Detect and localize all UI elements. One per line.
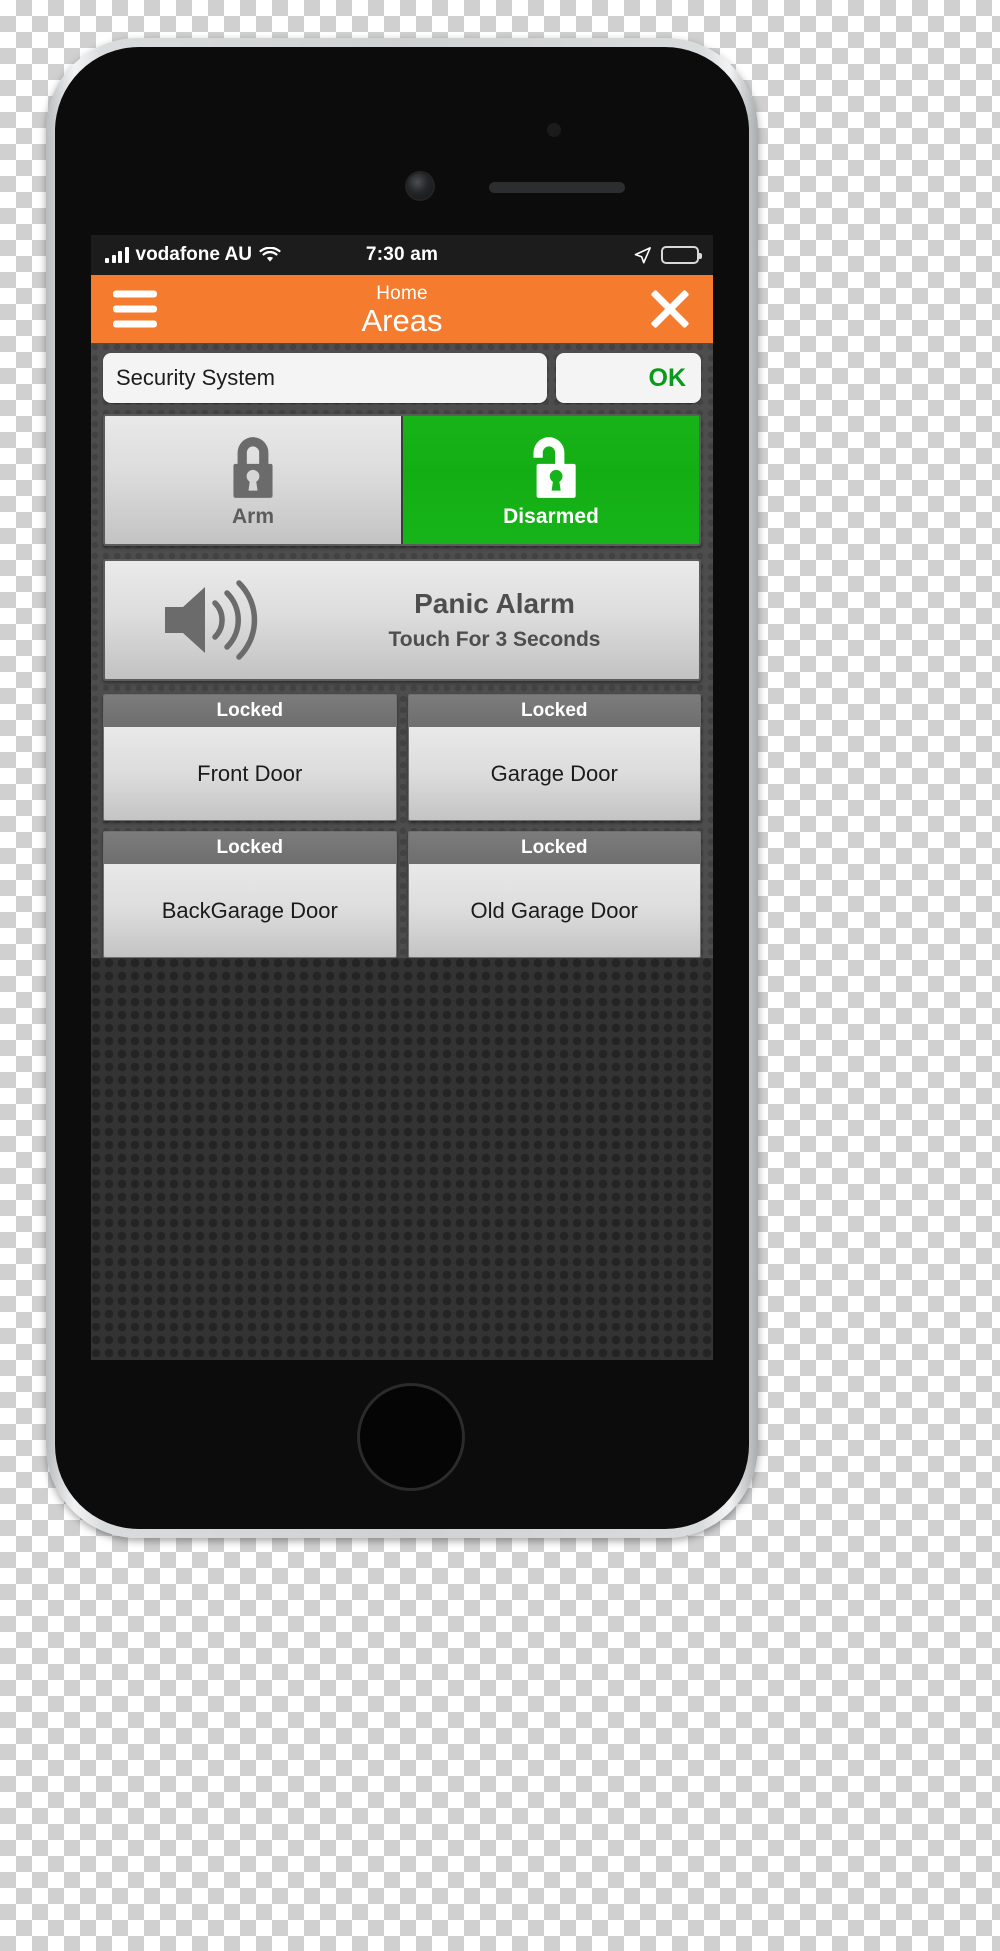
phone-device-frame: vodafone AU 7:30 am Home Areas Security … xyxy=(46,38,758,1538)
status-bar-right-group xyxy=(438,246,703,265)
door-tile-grid: Locked Front Door Locked Garage Door Loc… xyxy=(103,694,701,958)
empty-content-area xyxy=(91,958,713,1360)
panic-text-group: Panic Alarm Touch For 3 Seconds xyxy=(320,588,699,652)
speaker-volume-icon xyxy=(164,580,257,660)
door-tile[interactable]: Locked Old Garage Door xyxy=(407,831,701,958)
earpiece-speaker-icon xyxy=(489,182,625,193)
panic-icon-wrap xyxy=(105,579,320,661)
page-root: vodafone AU 7:30 am Home Areas Security … xyxy=(0,0,1000,1951)
status-bar-clock: 7:30 am xyxy=(365,244,439,265)
panic-alarm-subtitle: Touch For 3 Seconds xyxy=(388,628,601,651)
app-header-bar: Home Areas xyxy=(91,275,713,343)
arm-button-label: Arm xyxy=(231,505,274,528)
phone-display: vodafone AU 7:30 am Home Areas Security … xyxy=(91,235,713,1360)
location-arrow-icon xyxy=(634,246,651,264)
door-name-label: Garage Door xyxy=(408,727,700,820)
front-camera-icon xyxy=(407,173,433,199)
app-body: Security System OK Arm Disarmed Panic Al… xyxy=(91,343,713,1360)
close-x-icon[interactable] xyxy=(649,288,691,330)
signal-bars-icon xyxy=(105,247,129,263)
wifi-icon xyxy=(259,247,281,262)
app-content-area: Security System OK Arm Disarmed Panic Al… xyxy=(91,343,713,958)
security-system-status-badge: OK xyxy=(556,353,701,403)
panic-alarm-title: Panic Alarm xyxy=(414,588,575,619)
status-bar-left-group: vodafone AU xyxy=(105,244,366,266)
disarmed-button-label: Disarmed xyxy=(503,505,599,528)
battery-icon xyxy=(661,246,703,264)
door-status-label: Locked xyxy=(104,832,396,864)
hamburger-menu-icon[interactable] xyxy=(113,290,157,328)
carrier-label: vodafone AU xyxy=(135,244,252,265)
door-name-label: BackGarage Door xyxy=(104,864,396,957)
proximity-sensor-icon xyxy=(547,123,561,137)
arm-disarm-control-group: Arm Disarmed xyxy=(103,414,701,546)
door-tile[interactable]: Locked BackGarage Door xyxy=(103,831,397,958)
header-subtitle: Home xyxy=(376,283,428,304)
security-system-name[interactable]: Security System xyxy=(103,353,547,403)
phone-screen-bezel: vodafone AU 7:30 am Home Areas Security … xyxy=(55,47,749,1529)
door-status-label: Locked xyxy=(408,695,700,727)
page-title: Areas xyxy=(361,303,443,338)
padlock-closed-icon xyxy=(233,437,273,498)
door-status-label: Locked xyxy=(104,695,396,727)
ios-status-bar: vodafone AU 7:30 am xyxy=(91,235,713,275)
arm-button[interactable]: Arm xyxy=(105,416,401,544)
door-tile[interactable]: Locked Front Door xyxy=(103,694,397,821)
door-name-label: Front Door xyxy=(104,727,396,820)
door-status-label: Locked xyxy=(408,832,700,864)
home-button[interactable] xyxy=(357,1383,465,1491)
disarmed-button[interactable]: Disarmed xyxy=(401,416,699,544)
door-tile[interactable]: Locked Garage Door xyxy=(407,694,701,821)
padlock-open-icon xyxy=(533,437,576,498)
panic-alarm-button[interactable]: Panic Alarm Touch For 3 Seconds xyxy=(103,559,701,681)
door-name-label: Old Garage Door xyxy=(408,864,700,957)
security-system-row: Security System OK xyxy=(103,353,701,403)
header-title-group: Home Areas xyxy=(91,282,713,336)
